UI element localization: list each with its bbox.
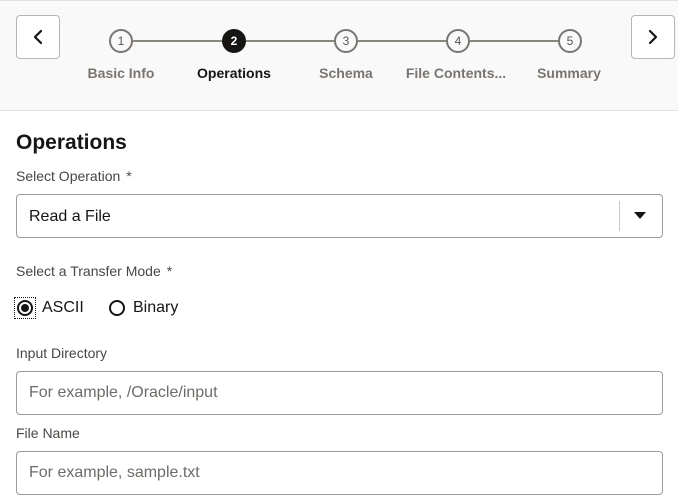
required-marker: * <box>166 263 173 279</box>
previous-step-button[interactable] <box>16 15 60 59</box>
transfer-mode-label-text: Select a Transfer Mode <box>16 263 161 279</box>
select-operation-label: Select Operation * <box>16 168 132 184</box>
transfer-mode-label: Select a Transfer Mode * <box>16 263 172 279</box>
input-directory-field[interactable] <box>16 371 663 415</box>
file-name-label: File Name <box>16 425 80 441</box>
file-name-label-text: File Name <box>16 425 80 441</box>
step-connector <box>246 40 334 42</box>
caret-down-icon[interactable] <box>634 212 646 219</box>
step-4-indicator[interactable]: 4 <box>446 29 470 53</box>
step-1-label[interactable]: Basic Info <box>56 65 186 81</box>
radio-ascii[interactable]: ASCII <box>14 297 84 319</box>
operation-select-value: Read a File <box>29 208 111 225</box>
step-5-label[interactable]: Summary <box>504 65 634 81</box>
next-step-button[interactable] <box>631 15 675 59</box>
radio-ascii-focus-ring <box>14 297 36 319</box>
radio-ascii-label[interactable]: ASCII <box>42 299 84 317</box>
select-divider <box>619 201 620 231</box>
step-2-indicator[interactable]: 2 <box>222 29 246 53</box>
step-connector <box>133 40 222 42</box>
step-2-label[interactable]: Operations <box>169 65 299 81</box>
radio-unchecked-icon[interactable] <box>109 300 125 316</box>
radio-binary[interactable]: Binary <box>109 297 178 319</box>
operation-select[interactable]: Read a File <box>16 194 663 238</box>
radio-binary-label[interactable]: Binary <box>133 299 178 317</box>
step-5-indicator[interactable]: 5 <box>558 29 582 53</box>
radio-checked-icon[interactable] <box>17 300 33 316</box>
required-marker: * <box>126 168 132 184</box>
chevron-left-icon <box>33 29 43 45</box>
input-directory-label-text: Input Directory <box>16 345 108 361</box>
select-operation-label-text: Select Operation <box>16 168 121 184</box>
step-connector <box>358 40 446 42</box>
chevron-right-icon <box>648 29 658 45</box>
section-title: Operations <box>16 131 127 154</box>
step-connector <box>470 40 558 42</box>
step-4-label[interactable]: File Contents... <box>391 65 521 81</box>
radio-dot <box>21 304 29 312</box>
step-3-indicator[interactable]: 3 <box>334 29 358 53</box>
step-1-indicator[interactable]: 1 <box>109 29 133 53</box>
input-directory-label: Input Directory <box>16 345 107 361</box>
wizard-train: 1 2 3 4 5 Basic Info Operations Schema F… <box>0 0 678 111</box>
file-name-field[interactable] <box>16 451 663 495</box>
